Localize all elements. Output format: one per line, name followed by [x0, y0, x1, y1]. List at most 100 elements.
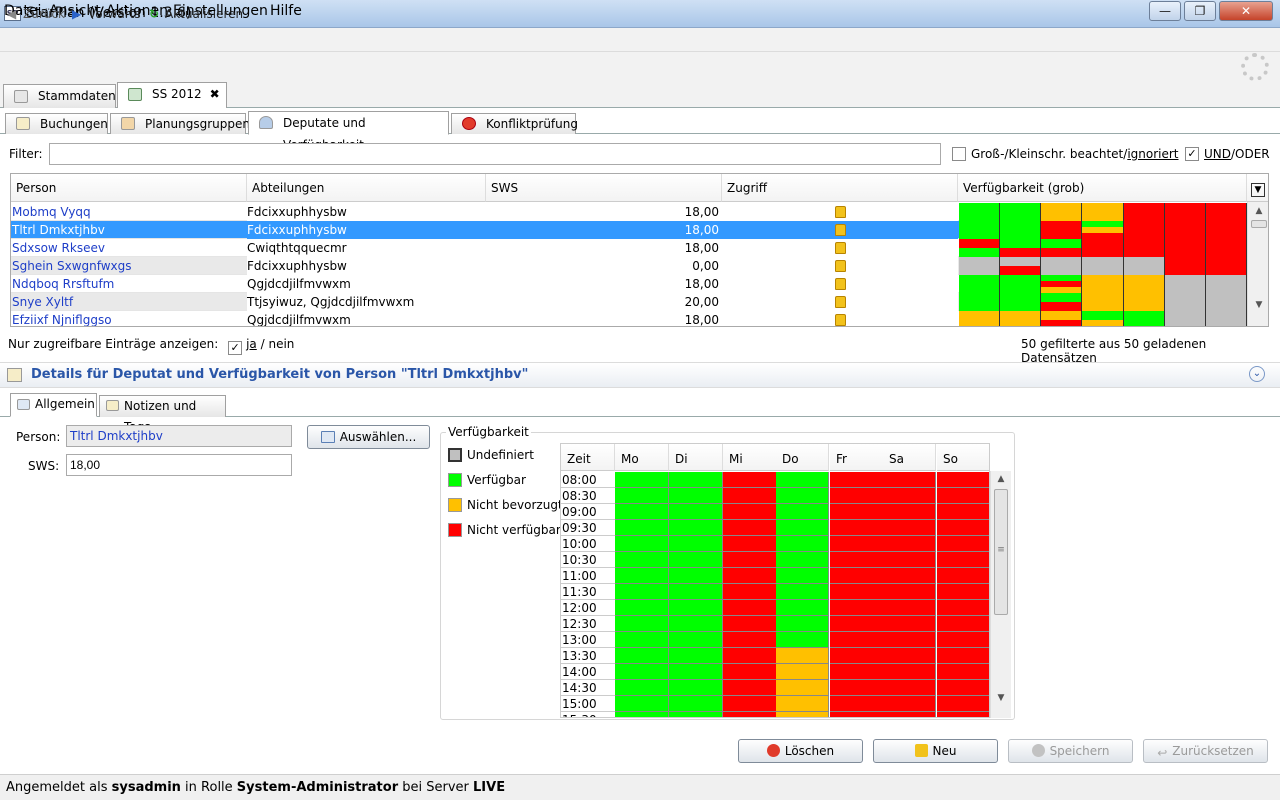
grid-cell[interactable] [723, 536, 777, 552]
grid-cell[interactable] [776, 616, 829, 632]
availability-grid[interactable]: Zeit Mo Di Mi Do Fr Sa So 08:00 08:30 09:00 09:30 10… [560, 443, 990, 718]
grid-cell[interactable] [937, 712, 989, 717]
grid-cell[interactable] [830, 520, 884, 536]
grid-cell[interactable] [723, 552, 777, 568]
tab-deputate[interactable]: Deputate und Verfügbarkeit [248, 111, 449, 152]
grid-cell[interactable] [883, 664, 936, 680]
grid-cell[interactable] [883, 632, 936, 648]
grid-cell[interactable] [723, 520, 777, 536]
grid-cell[interactable] [615, 536, 669, 552]
grid-cell[interactable] [883, 520, 936, 536]
grid-cell[interactable] [723, 568, 777, 584]
grid-cell[interactable] [776, 600, 829, 616]
grid-cell[interactable] [615, 472, 669, 488]
und-oder-checkbox[interactable]: ✓ [1185, 147, 1199, 161]
scroll-up-icon[interactable]: ▲ [1248, 206, 1268, 216]
save-button[interactable]: Speichern [1008, 739, 1133, 763]
only-accessible-checkbox[interactable]: ✓ [228, 341, 243, 355]
grid-cell[interactable] [830, 696, 884, 712]
case-sensitive-checkbox[interactable] [952, 147, 966, 161]
grid-cell[interactable] [723, 504, 777, 520]
grid-cell[interactable] [776, 584, 829, 600]
table-row[interactable]: Sdxsow Rkseev Cwiqthtqquecmr 18,00 [11, 239, 1247, 257]
grid-cell[interactable] [615, 504, 669, 520]
column-header-zugriff[interactable]: Zugriff [722, 174, 958, 202]
grid-cell[interactable] [776, 632, 829, 648]
grid-cell[interactable] [723, 600, 777, 616]
grid-cell[interactable] [615, 648, 669, 664]
grid-cell[interactable] [723, 488, 777, 504]
grid-cell[interactable] [669, 520, 723, 536]
grid-scroll-down-icon[interactable]: ▼ [991, 693, 1011, 703]
new-button[interactable]: Neu [873, 739, 998, 763]
grid-cell[interactable] [615, 568, 669, 584]
grid-cell[interactable] [883, 472, 936, 488]
select-person-button[interactable]: Auswählen... [307, 425, 430, 449]
grid-cell[interactable] [830, 664, 884, 680]
grid-cell[interactable] [830, 616, 884, 632]
grid-cell[interactable] [883, 648, 936, 664]
tab-konfliktpruefung[interactable]: Konfliktprüfung [451, 113, 578, 134]
grid-cell[interactable] [937, 520, 989, 536]
grid-cell[interactable] [830, 552, 884, 568]
grid-cell[interactable] [883, 488, 936, 504]
filter-input[interactable] [49, 143, 941, 165]
back-button[interactable]: ◀ Zurück [7, 7, 65, 21]
grid-cell[interactable] [723, 616, 777, 632]
sws-field[interactable] [66, 454, 292, 476]
grid-cell[interactable] [723, 584, 777, 600]
grid-cell[interactable] [883, 680, 936, 696]
grid-cell[interactable] [883, 568, 936, 584]
table-row[interactable]: Mobmq Vyqq Fdcixxuphhysbw 18,00 [11, 203, 1247, 221]
grid-cell[interactable] [669, 472, 723, 488]
grid-cell[interactable] [883, 712, 936, 717]
grid-cell[interactable] [723, 664, 777, 680]
grid-cell[interactable] [615, 680, 669, 696]
grid-cell[interactable] [883, 504, 936, 520]
tab-allgemein[interactable]: Allgemein [10, 393, 97, 417]
close-window-button[interactable]: ✕ [1219, 1, 1273, 21]
scroll-down-icon[interactable]: ▼ [1248, 300, 1268, 310]
grid-cell[interactable] [776, 520, 829, 536]
menu-hilfe[interactable]: Hilfe [270, 3, 302, 19]
column-header-verfuegbarkeit[interactable]: Verfügbarkeit (grob) [958, 174, 1247, 202]
grid-cell[interactable] [776, 504, 829, 520]
grid-cell[interactable] [669, 600, 723, 616]
grid-cell[interactable] [776, 648, 829, 664]
table-scrollbar[interactable]: ▲ ▼ [1247, 202, 1268, 326]
close-tab-icon[interactable]: ✖ [210, 87, 220, 101]
grid-cell[interactable] [830, 584, 884, 600]
grid-cell[interactable] [723, 648, 777, 664]
column-header-sws[interactable]: SWS [486, 174, 722, 202]
grid-cell[interactable] [669, 712, 723, 717]
minimize-button[interactable]: — [1149, 1, 1181, 21]
grid-cell[interactable] [615, 584, 669, 600]
reset-button[interactable]: ↩ Zurücksetzen [1143, 739, 1268, 763]
grid-cell[interactable] [937, 696, 989, 712]
grid-cell[interactable] [937, 632, 989, 648]
grid-cell[interactable] [723, 632, 777, 648]
grid-cell[interactable] [830, 680, 884, 696]
grid-cell[interactable] [830, 712, 884, 717]
grid-cell[interactable] [669, 504, 723, 520]
grid-cell[interactable] [776, 680, 829, 696]
grid-cell[interactable] [723, 712, 777, 717]
grid-cell[interactable] [669, 536, 723, 552]
tab-notizen-tags[interactable]: Notizen und Tags [99, 395, 226, 434]
grid-cell[interactable] [615, 712, 669, 717]
table-row[interactable]: Sghein Sxwgnfwxgs Fdcixxuphhysbw 0,00 [11, 257, 1247, 275]
grid-cell[interactable] [615, 552, 669, 568]
grid-cell[interactable] [776, 664, 829, 680]
grid-cell[interactable] [883, 696, 936, 712]
grid-cell[interactable] [723, 696, 777, 712]
grid-cell[interactable] [830, 536, 884, 552]
grid-cell[interactable] [937, 568, 989, 584]
grid-cell[interactable] [883, 536, 936, 552]
column-header-person[interactable]: Person [11, 174, 247, 202]
grid-cell[interactable] [776, 552, 829, 568]
grid-cell[interactable] [937, 616, 989, 632]
grid-cell[interactable] [669, 664, 723, 680]
grid-cell[interactable] [937, 472, 989, 488]
grid-cell[interactable] [723, 472, 777, 488]
table-row[interactable]: Ndqboq Rrsftufm Qgjdcdjilfmvwxm 18,00 [11, 275, 1247, 293]
